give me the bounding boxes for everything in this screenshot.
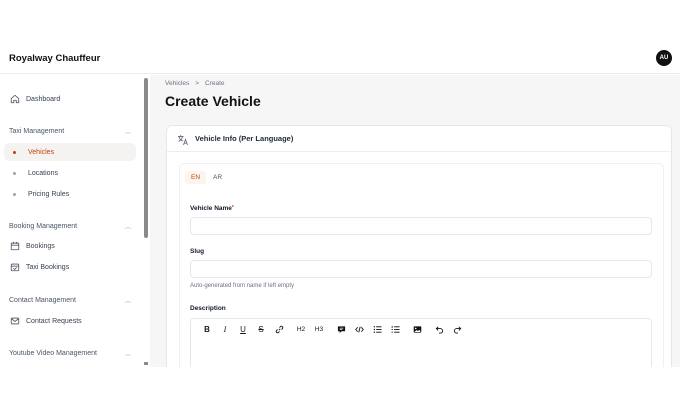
breadcrumb-separator: >: [195, 80, 200, 87]
page-title: Create Vehicle: [165, 93, 261, 109]
mail-icon: [4, 316, 26, 326]
tab-ar[interactable]: AR: [207, 171, 228, 184]
vehicle-info-card: Vehicle Info (Per Language) EN AR Vehicl…: [166, 125, 672, 367]
sidebar-item-label: Pricing Rules: [28, 190, 70, 198]
group-contact-management[interactable]: Contact Management ︿: [9, 296, 131, 305]
calendar-check-icon: [4, 262, 26, 272]
group-label: Contact Management: [9, 297, 76, 304]
bold-button[interactable]: B: [198, 322, 216, 336]
calendar-icon: [4, 241, 26, 251]
chevron-up-icon: ︿: [124, 130, 131, 136]
heading-3-button[interactable]: H3: [310, 322, 328, 336]
group-booking-management[interactable]: Booking Management ︿: [9, 222, 131, 231]
sidebar: Dashboard Taxi Management ︿ Vehicles Loc…: [0, 75, 150, 367]
description-label: Description: [190, 305, 226, 312]
bullet-dot-icon: [6, 192, 22, 196]
breadcrumb-vehicles[interactable]: Vehicles: [165, 80, 189, 87]
required-marker: *: [231, 205, 234, 211]
bullet-list-icon[interactable]: [368, 322, 386, 336]
undo-icon[interactable]: [430, 322, 448, 336]
ordered-list-icon[interactable]: [386, 322, 404, 336]
heading-2-button[interactable]: H2: [292, 322, 310, 336]
sidebar-item-vehicles[interactable]: Vehicles: [4, 143, 136, 161]
group-taxi-management[interactable]: Taxi Management ︿: [9, 127, 131, 136]
sidebar-item-label: Contact Requests: [26, 317, 82, 325]
redo-icon[interactable]: [448, 322, 466, 336]
breadcrumb-current: Create: [205, 80, 225, 87]
sidebar-item-bookings[interactable]: Bookings: [4, 237, 136, 255]
card-title: Vehicle Info (Per Language): [195, 134, 294, 143]
bullet-dot-icon: [6, 150, 22, 154]
sidebar-item-label: Bookings: [26, 242, 55, 250]
group-youtube-video-management[interactable]: Youtube Video Management ︿: [9, 349, 131, 358]
sidebar-item-taxi-bookings[interactable]: Taxi Bookings: [4, 258, 136, 276]
underline-button[interactable]: U: [234, 322, 252, 336]
strikethrough-button[interactable]: S: [252, 322, 270, 336]
sidebar-item-pricing-rules[interactable]: Pricing Rules: [4, 185, 136, 203]
home-icon: [4, 94, 26, 104]
link-icon[interactable]: [270, 322, 288, 336]
sidebar-item-label: Dashboard: [26, 95, 61, 103]
group-label: Booking Management: [9, 223, 78, 230]
sidebar-item-locations[interactable]: Locations: [4, 164, 136, 182]
language-panel: EN AR Vehicle Name* Slug Auto-generated …: [179, 163, 664, 367]
sidebar-scrollbar-end[interactable]: [144, 362, 148, 365]
bullet-dot-icon: [6, 171, 22, 175]
vehicle-name-input[interactable]: [190, 217, 652, 235]
image-icon[interactable]: [408, 322, 426, 336]
code-icon[interactable]: [350, 322, 368, 336]
translate-icon: [177, 133, 189, 146]
sidebar-item-label: Locations: [28, 169, 58, 177]
chevron-up-icon: ︿: [124, 225, 131, 231]
brand-name[interactable]: Royalway Chauffeur: [9, 53, 100, 64]
comment-icon[interactable]: [332, 322, 350, 336]
sidebar-item-label: Vehicles: [28, 148, 55, 156]
top-bar: Royalway Chauffeur AU: [0, 40, 680, 74]
card-header: Vehicle Info (Per Language): [167, 126, 671, 152]
slug-input[interactable]: [190, 260, 652, 278]
italic-button[interactable]: I: [216, 322, 234, 336]
sidebar-scrollbar[interactable]: [144, 78, 148, 238]
chevron-up-icon: ︿: [124, 352, 131, 358]
vehicle-name-label-text: Vehicle Name: [190, 205, 232, 212]
group-label: Youtube Video Management: [9, 350, 97, 357]
tab-en[interactable]: EN: [185, 171, 207, 184]
sidebar-item-label: Taxi Bookings: [26, 263, 70, 271]
vehicle-name-label: Vehicle Name*: [190, 205, 234, 212]
description-editor[interactable]: B I U S H2 H3: [190, 318, 652, 367]
slug-label: Slug: [190, 248, 205, 255]
group-label: Taxi Management: [9, 128, 65, 135]
breadcrumb: Vehicles > Create: [165, 80, 225, 87]
sidebar-item-contact-requests[interactable]: Contact Requests: [4, 312, 136, 330]
user-avatar[interactable]: AU: [656, 50, 672, 66]
main-content: Vehicles > Create Create Vehicle Vehicle I…: [150, 75, 680, 367]
chevron-up-icon: ︿: [124, 299, 131, 305]
slug-hint: Auto-generated from name if left empty: [190, 283, 295, 289]
sidebar-item-dashboard[interactable]: Dashboard: [4, 90, 136, 108]
editor-toolbar: B I U S H2 H3: [191, 319, 651, 339]
